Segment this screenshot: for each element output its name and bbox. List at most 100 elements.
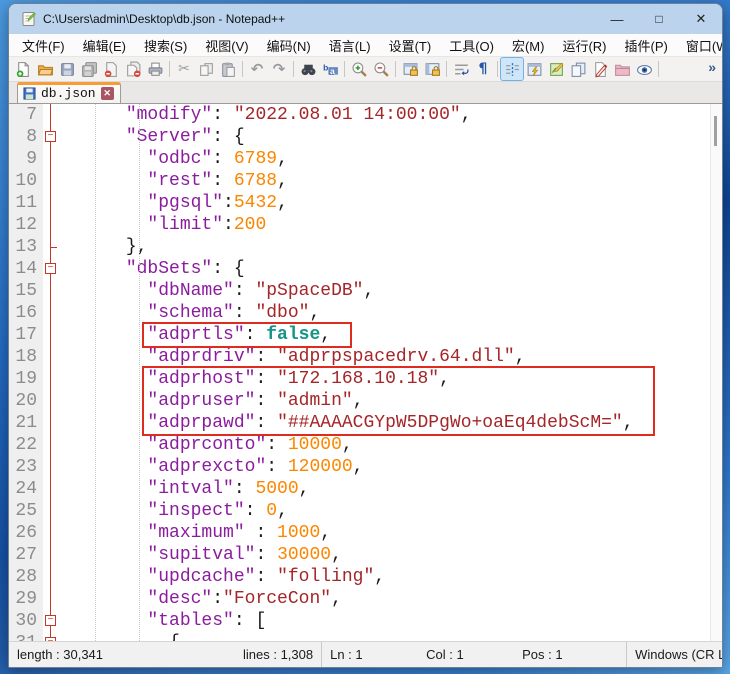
token-punc: : bbox=[255, 369, 277, 389]
token-bool: false bbox=[266, 325, 320, 345]
menu-item-9[interactable]: 运行(R) bbox=[553, 34, 615, 57]
line-number: 7 bbox=[9, 104, 43, 126]
preview-eye-button[interactable] bbox=[633, 58, 655, 80]
new-file-button[interactable] bbox=[12, 58, 34, 80]
vertical-scrollbar[interactable] bbox=[710, 104, 722, 641]
fold-collapse-marker[interactable]: − bbox=[45, 131, 56, 142]
token-punc: , bbox=[623, 413, 634, 433]
menu-item-7[interactable]: 工具(O) bbox=[440, 34, 503, 57]
open-file-button[interactable] bbox=[34, 58, 56, 80]
tab-db-json[interactable]: db.json ✕ bbox=[17, 82, 121, 103]
undo-button[interactable]: ↶ bbox=[246, 58, 268, 80]
code-line-9: "odbc": 6789, bbox=[61, 148, 710, 170]
open-folder-icon bbox=[37, 61, 54, 78]
show-all-characters-button[interactable]: ¶ bbox=[472, 58, 494, 80]
menu-item-2[interactable]: 搜索(S) bbox=[135, 34, 196, 57]
menu-item-1[interactable]: 编辑(E) bbox=[74, 34, 135, 57]
token-punc: { bbox=[169, 633, 180, 641]
start-recording-button[interactable] bbox=[523, 58, 545, 80]
token-punc: : bbox=[255, 391, 277, 411]
word-wrap-button[interactable] bbox=[450, 58, 472, 80]
code-line-12: "limit":200 bbox=[61, 214, 710, 236]
fold-collapse-marker[interactable]: − bbox=[45, 615, 56, 626]
replace-button[interactable]: baa bbox=[319, 58, 341, 80]
token-str: "172.168.10.18" bbox=[277, 369, 439, 389]
tab-label: db.json bbox=[41, 86, 96, 101]
fold-collapse-marker[interactable]: − bbox=[45, 637, 56, 641]
token-punc: : bbox=[255, 567, 277, 587]
redo-button[interactable]: ↷ bbox=[268, 58, 290, 80]
paste-button[interactable] bbox=[217, 58, 239, 80]
zoom-out-button[interactable] bbox=[370, 58, 392, 80]
document-switcher-button[interactable] bbox=[567, 58, 589, 80]
token-punc: : bbox=[245, 325, 267, 345]
token-key: "odbc" bbox=[147, 149, 212, 169]
token-num: 6788 bbox=[234, 171, 277, 191]
token-punc: : bbox=[245, 523, 277, 543]
close-window-button[interactable]: ✕ bbox=[680, 4, 722, 34]
save-all-button[interactable] bbox=[78, 58, 100, 80]
token-key: "supitval" bbox=[147, 545, 255, 565]
line-number: 24 bbox=[9, 478, 43, 500]
menu-item-10[interactable]: 插件(P) bbox=[616, 34, 677, 57]
copy-button[interactable] bbox=[195, 58, 217, 80]
token-punc: , bbox=[331, 545, 342, 565]
word-wrap-icon bbox=[453, 61, 470, 78]
sync-vertical-scroll-button[interactable] bbox=[399, 58, 421, 80]
show-indent-guide-button[interactable] bbox=[501, 58, 523, 80]
code-line-21: "adprpawd": "##AAAACGYpW5DPgWo+oaEq4debS… bbox=[61, 412, 710, 434]
token-punc: : bbox=[266, 435, 288, 455]
cut-button[interactable]: ✂ bbox=[173, 58, 195, 80]
fold-margin: − − − − bbox=[43, 104, 59, 641]
toolbar-overflow-chevron[interactable]: » bbox=[708, 59, 716, 75]
menu-item-6[interactable]: 设置(T) bbox=[380, 34, 441, 57]
sync-vertical-scroll-icon bbox=[402, 61, 419, 78]
toolbar-separator bbox=[169, 61, 170, 77]
save-button[interactable] bbox=[56, 58, 78, 80]
token-str: "2022.08.01 14:00:00" bbox=[234, 105, 461, 125]
find-button[interactable] bbox=[297, 58, 319, 80]
menu-item-4[interactable]: 编码(N) bbox=[258, 34, 320, 57]
sync-horizontal-scroll-icon bbox=[424, 61, 441, 78]
zoom-in-button[interactable] bbox=[348, 58, 370, 80]
token-key: "schema" bbox=[147, 303, 233, 323]
menu-item-3[interactable]: 视图(V) bbox=[196, 34, 257, 57]
save-icon bbox=[59, 61, 76, 78]
line-number: 11 bbox=[9, 192, 43, 214]
menu-bar: 文件(F)编辑(E)搜索(S)视图(V)编码(N)语言(L)设置(T)工具(O)… bbox=[9, 34, 722, 56]
token-punc: , bbox=[461, 105, 472, 125]
maximize-button[interactable]: □ bbox=[638, 4, 680, 34]
status-eol-format[interactable]: Windows (CR LF) bbox=[626, 642, 723, 667]
sync-horizontal-scroll-button[interactable] bbox=[421, 58, 443, 80]
menu-item-11[interactable]: 窗口(W) bbox=[677, 34, 723, 57]
indent-guide-line bbox=[95, 104, 96, 641]
tab-bar: db.json ✕ bbox=[9, 82, 722, 104]
token-num: 10000 bbox=[288, 435, 342, 455]
token-punc: , bbox=[353, 457, 364, 477]
fold-collapse-marker[interactable]: − bbox=[45, 263, 56, 274]
toolbar-separator bbox=[658, 61, 659, 77]
edit-with-pen-button[interactable] bbox=[589, 58, 611, 80]
menu-item-0[interactable]: 文件(F) bbox=[13, 34, 74, 57]
scrollbar-thumb[interactable] bbox=[714, 116, 717, 146]
print-button[interactable] bbox=[144, 58, 166, 80]
menu-item-5[interactable]: 语言(L) bbox=[320, 34, 380, 57]
line-number: 28 bbox=[9, 566, 43, 588]
token-str: "adprpspacedrv.64.dll" bbox=[277, 347, 515, 367]
project-folder-button[interactable] bbox=[611, 58, 633, 80]
close-all-files-button[interactable] bbox=[122, 58, 144, 80]
close-file-button[interactable] bbox=[100, 58, 122, 80]
token-punc: : { bbox=[212, 259, 244, 279]
token-key: "adprconto" bbox=[147, 435, 266, 455]
token-num: 120000 bbox=[288, 457, 353, 477]
toolbar-separator bbox=[242, 61, 243, 77]
text-area[interactable]: "modify": "2022.08.01 14:00:00", "Server… bbox=[59, 104, 710, 641]
cut-icon: ✂ bbox=[178, 61, 190, 77]
minimize-button[interactable]: — bbox=[596, 4, 638, 34]
paste-icon bbox=[220, 61, 237, 78]
token-punc: : bbox=[234, 281, 256, 301]
token-key: "adprhost" bbox=[147, 369, 255, 389]
tab-close-button[interactable]: ✕ bbox=[101, 87, 114, 100]
document-map-button[interactable] bbox=[545, 58, 567, 80]
menu-item-8[interactable]: 宏(M) bbox=[503, 34, 554, 57]
